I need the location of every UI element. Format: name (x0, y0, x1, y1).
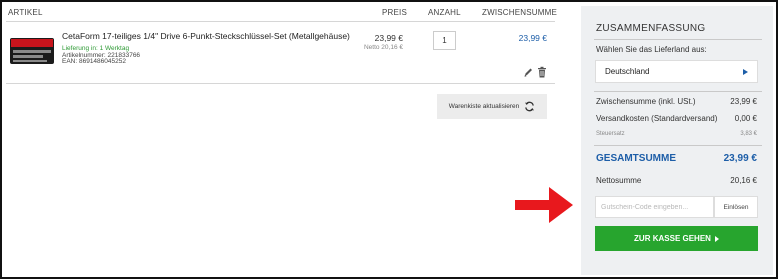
summary-row-total: GESAMTSUMME 23,99 € (596, 153, 757, 164)
summary-divider (594, 145, 762, 146)
summary-value: 3,83 € (740, 131, 757, 137)
table-divider (6, 83, 555, 84)
country-value: Deutschland (605, 67, 650, 76)
checkout-label: ZUR KASSE GEHEN (634, 234, 711, 243)
summary-row-tax: Steuersatz 3,83 € (596, 131, 757, 137)
column-header-price: PREIS (382, 8, 408, 17)
delivery-time: Lieferung in: 1 Werktag (62, 45, 130, 52)
caret-right-icon (714, 235, 719, 242)
item-price: 23,99 € (374, 33, 403, 43)
country-select[interactable]: Deutschland (595, 60, 758, 83)
pencil-icon[interactable] (523, 66, 533, 78)
summary-value: 23,99 € (730, 97, 757, 106)
table-divider (6, 21, 555, 22)
total-label: GESAMTSUMME (596, 153, 676, 164)
update-cart-button[interactable]: Warenkiste aktualisieren (437, 94, 547, 119)
refresh-icon (525, 101, 535, 112)
summary-label: Nettosumme (596, 176, 642, 185)
summary-label: Zwischensumme (inkl. USt.) (596, 97, 696, 106)
summary-value: 20,16 € (730, 176, 757, 185)
redeem-coupon-button[interactable]: Einlösen (714, 196, 758, 218)
country-label: Wählen Sie das Lieferland aus: (596, 45, 707, 54)
column-header-subtotal: ZWISCHENSUMME (482, 8, 558, 17)
coupon-code-input[interactable] (595, 196, 714, 218)
checkout-button[interactable]: ZUR KASSE GEHEN (595, 226, 758, 251)
total-value: 23,99 € (723, 153, 757, 164)
item-netto-price: Netto 20,16 € (363, 44, 403, 51)
caret-right-icon (743, 69, 748, 75)
column-header-article: ARTIKEL (8, 8, 43, 17)
summary-row-subtotal: Zwischensumme (inkl. USt.) 23,99 € (596, 97, 757, 106)
summary-divider (594, 39, 762, 40)
update-cart-label: Warenkiste aktualisieren (448, 103, 520, 110)
summary-title: ZUSAMMENFASSUNG (596, 23, 706, 34)
summary-divider (594, 91, 762, 92)
summary-value: 0,00 € (734, 114, 757, 123)
summary-label: Versandkosten (Standardversand) (596, 114, 718, 123)
ean-number: EAN: 8691486045252 (62, 58, 126, 65)
summary-row-shipping: Versandkosten (Standardversand) 0,00 € (596, 114, 757, 123)
product-image[interactable] (10, 38, 54, 64)
quantity-input[interactable]: 1 (433, 31, 456, 50)
summary-row-netto: Nettosumme 20,16 € (596, 176, 757, 185)
trash-icon[interactable] (537, 66, 547, 78)
column-header-quantity: ANZAHL (428, 8, 461, 17)
item-subtotal: 23,99 € (518, 33, 547, 43)
summary-label: Steuersatz (596, 131, 625, 137)
annotation-arrow-icon (515, 187, 573, 223)
product-name[interactable]: CetaForm 17-teiliges 1/4" Drive 6-Punkt-… (62, 31, 350, 41)
